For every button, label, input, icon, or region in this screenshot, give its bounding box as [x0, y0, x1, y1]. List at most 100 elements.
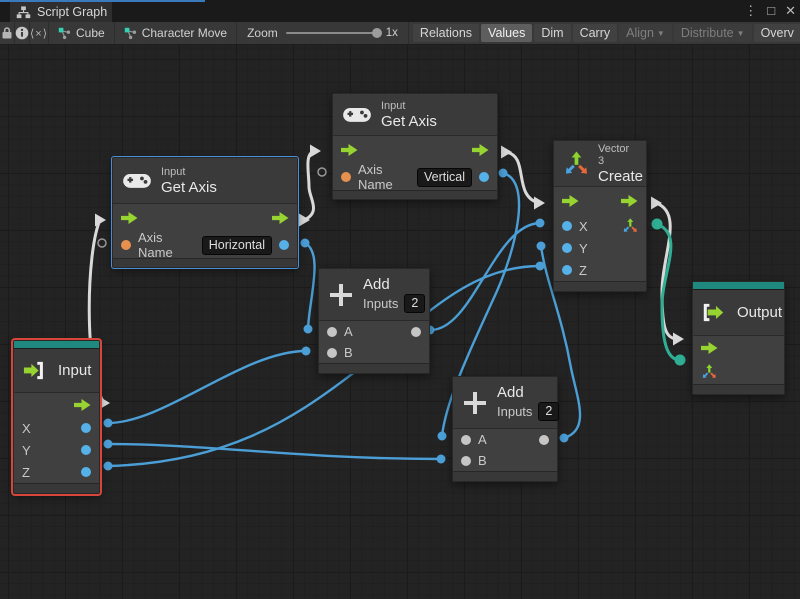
- vector3-icon[interactable]: [701, 364, 717, 380]
- node-add-2[interactable]: Add Inputs 2 AB: [452, 376, 558, 482]
- accent-bar: [693, 282, 784, 290]
- mode-button-align[interactable]: Align▼: [619, 24, 672, 42]
- node-vector3-create[interactable]: Vector 3CreateXYZ: [553, 140, 647, 292]
- graph-button-character-move[interactable]: Character Move: [115, 22, 237, 44]
- header-field-value[interactable]: 2: [404, 294, 425, 313]
- node-get-axis-vertical[interactable]: InputGet AxisAxis NameVertical: [332, 93, 498, 200]
- port-z-out[interactable]: [81, 467, 91, 477]
- node-title: Get Axis: [381, 113, 437, 130]
- mode-button-dim[interactable]: Dim: [534, 24, 570, 42]
- node-row: Y: [554, 237, 646, 259]
- vector3-icon: [563, 151, 589, 177]
- vector3-icon[interactable]: [622, 218, 638, 234]
- script-graph-icon: [16, 5, 31, 20]
- zoom-slider-knob[interactable]: [372, 28, 382, 38]
- port-a-out[interactable]: [539, 435, 549, 445]
- node-footer: [693, 384, 784, 394]
- mode-button-values[interactable]: Values: [481, 24, 532, 42]
- port-label: X: [579, 219, 588, 234]
- node-row: B: [319, 342, 429, 363]
- flow-in-port[interactable]: [562, 195, 579, 207]
- node-row: [14, 393, 99, 417]
- node-get-axis-horizontal[interactable]: InputGet AxisAxis NameHorizontal: [112, 157, 298, 268]
- port-b-in[interactable]: [461, 456, 471, 466]
- value-field[interactable]: Horizontal: [202, 236, 272, 255]
- port-y-in[interactable]: [562, 243, 572, 253]
- zoom-value: 1x: [386, 27, 398, 39]
- port-axis-name-out[interactable]: [479, 172, 489, 182]
- mode-button-distribute[interactable]: Distribute▼: [674, 24, 752, 42]
- plus-icon: [328, 282, 354, 308]
- node-row: [554, 187, 646, 215]
- kebab-menu-icon[interactable]: ⋮: [744, 0, 757, 22]
- tab-script-graph[interactable]: Script Graph: [10, 2, 112, 22]
- port-y-out[interactable]: [81, 445, 91, 455]
- mode-button-overv[interactable]: Overv: [754, 24, 800, 42]
- mode-button-relations[interactable]: Relations: [413, 24, 479, 42]
- node-row: [333, 136, 497, 164]
- node-header: Output: [693, 290, 784, 336]
- graph-button-label: Character Move: [142, 26, 227, 40]
- mode-button-carry[interactable]: Carry: [573, 24, 618, 42]
- value-field[interactable]: Vertical: [417, 168, 472, 187]
- node-header: AddInputs2: [319, 269, 429, 321]
- node-footer: [319, 363, 429, 373]
- port-a-in[interactable]: [327, 327, 337, 337]
- flow-in-port[interactable]: [121, 212, 138, 224]
- node-input[interactable]: InputXYZ: [13, 340, 100, 494]
- port-label: Axis Name: [138, 230, 195, 260]
- node-row: [113, 204, 297, 232]
- port-label: Y: [579, 241, 588, 256]
- port-a-in[interactable]: [461, 435, 471, 445]
- close-icon[interactable]: ✕: [785, 0, 796, 22]
- node-row: Z: [14, 461, 99, 483]
- node-header: Input: [14, 349, 99, 393]
- node-subtitle: Input: [381, 100, 437, 112]
- node-header: InputGet Axis: [333, 94, 497, 136]
- port-label: B: [344, 345, 353, 360]
- info-button[interactable]: [15, 22, 30, 44]
- node-title: Add: [497, 384, 548, 401]
- header-field-label: Inputs: [497, 404, 532, 419]
- flow-in-port[interactable]: [701, 342, 718, 354]
- flow-out-port[interactable]: [472, 144, 489, 156]
- node-row: X: [554, 215, 646, 237]
- plus-icon: [462, 390, 488, 416]
- node-row: [693, 336, 784, 360]
- port-label: Z: [579, 263, 587, 278]
- chevron-down-icon: ▼: [737, 29, 745, 38]
- flow-out-port[interactable]: [74, 399, 91, 411]
- flow-out-port[interactable]: [621, 195, 638, 207]
- node-output[interactable]: Output: [692, 281, 785, 395]
- graph-toolbar: ⟨×⟩ CubeCharacter Move Zoom 1x Relations…: [0, 22, 800, 45]
- flow-out-port[interactable]: [272, 212, 289, 224]
- port-x-in[interactable]: [562, 221, 572, 231]
- zoom-slider[interactable]: [286, 32, 378, 34]
- lock-button[interactable]: [0, 22, 15, 44]
- port-label: A: [478, 432, 487, 447]
- title-bar: Script Graph ⋮ □ ✕: [0, 0, 800, 22]
- port-label: B: [478, 453, 487, 468]
- port-axis-name-in[interactable]: [341, 172, 351, 182]
- port-z-in[interactable]: [562, 265, 572, 275]
- chevron-down-icon: ▼: [657, 29, 665, 38]
- graph-asset-icon: [58, 27, 71, 40]
- input-icon: [23, 361, 49, 380]
- node-subtitle: Vector 3: [598, 143, 637, 167]
- flow-in-port[interactable]: [341, 144, 358, 156]
- node-footer: [453, 471, 557, 481]
- port-x-out[interactable]: [81, 423, 91, 433]
- graph-button-cube[interactable]: Cube: [49, 22, 115, 44]
- node-footer: [14, 483, 99, 493]
- graph-button-label: Cube: [76, 26, 105, 40]
- port-b-in[interactable]: [327, 348, 337, 358]
- node-title: Output: [737, 304, 775, 321]
- port-axis-name-out[interactable]: [279, 240, 289, 250]
- port-a-out[interactable]: [411, 327, 421, 337]
- node-add-1[interactable]: AddInputs2AB: [318, 268, 430, 374]
- code-brackets-icon[interactable]: ⟨×⟩: [30, 22, 49, 44]
- port-axis-name-in[interactable]: [121, 240, 131, 250]
- port-label: X: [22, 421, 31, 436]
- header-field-value[interactable]: 2: [538, 402, 559, 421]
- maximize-icon[interactable]: □: [767, 0, 775, 22]
